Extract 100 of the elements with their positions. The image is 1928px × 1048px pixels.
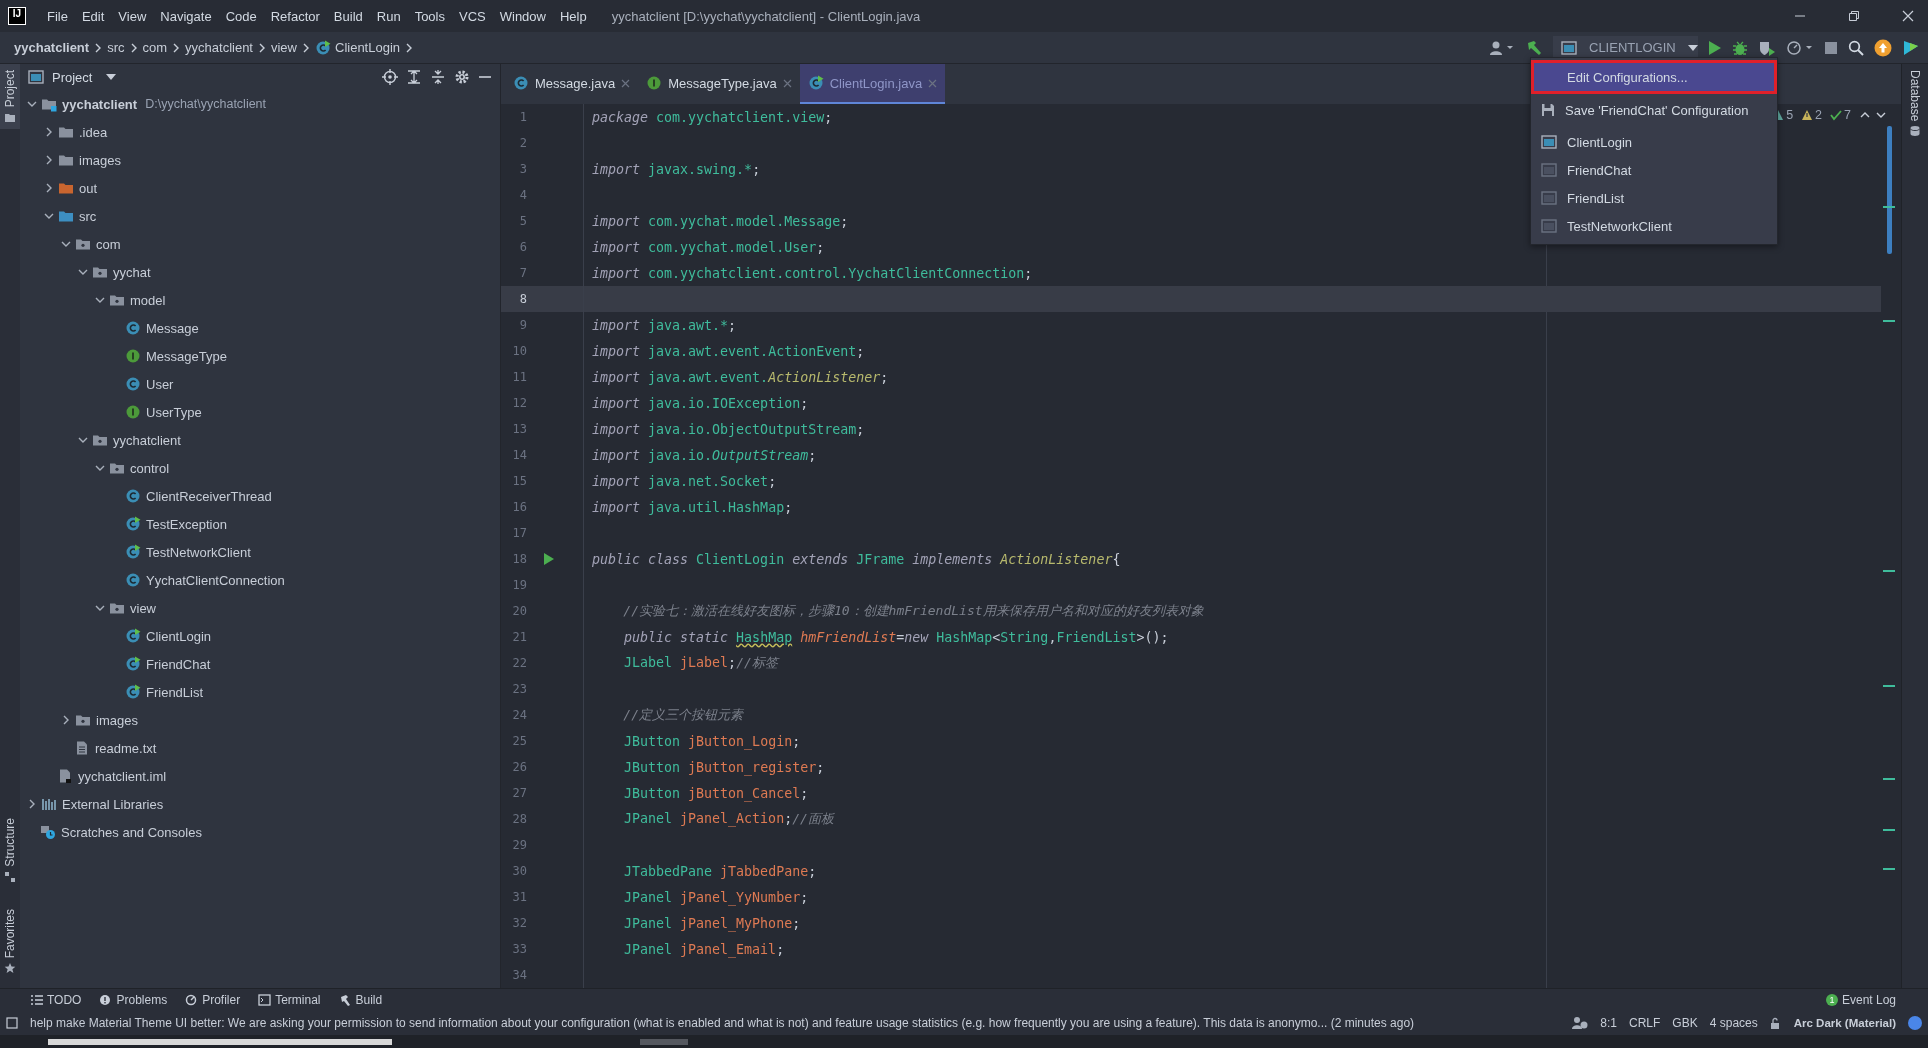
run-configuration-dropdown[interactable]: CLIENTLOGIN [1553,35,1698,60]
menu-item[interactable]: FriendChat [1531,156,1777,184]
class-icon [125,572,141,588]
tree-item[interactable]: User [20,370,500,398]
panel-title[interactable]: Project [52,69,93,85]
tree-item[interactable]: TestException [20,510,500,538]
menu-item[interactable]: TestNetworkClient [1531,212,1777,240]
runnable-class-icon [125,684,141,700]
side-tab[interactable]: Database [1902,64,1928,144]
shield-run-icon[interactable] [1758,39,1776,56]
tree-item[interactable]: UserType [20,398,500,426]
side-tab[interactable]: Favorites [0,902,20,980]
line-separator[interactable]: CRLF [1629,1016,1661,1030]
tree-item[interactable]: .idea [20,118,500,146]
menu-item[interactable]: ClientLogin [1531,128,1777,156]
collapse-all-icon[interactable] [430,69,446,85]
tree-item[interactable]: src [20,202,500,230]
breadcrumb[interactable]: view [271,40,311,55]
event-log-button[interactable]: 1 Event Log [1825,993,1896,1007]
menu-item[interactable]: Refactor [263,6,327,26]
tree-item[interactable]: control [20,454,500,482]
update-icon[interactable] [1874,38,1892,57]
inspection-counter[interactable]: 2 [1801,108,1823,122]
gauge-icon[interactable] [1786,39,1814,56]
menu-item[interactable]: View [111,6,154,26]
run-icon[interactable] [1708,39,1722,56]
stop-icon[interactable] [1824,40,1838,55]
tree-item[interactable]: MessageType [20,342,500,370]
indent-setting[interactable]: 4 spaces [1709,1016,1758,1030]
tree-item[interactable]: images [20,706,500,734]
tree-item[interactable]: Scratches and Consoles [20,818,500,846]
tree-item[interactable]: out [20,174,500,202]
editor-tab[interactable]: Message.java [505,64,639,104]
menu-item[interactable]: Help [552,6,594,26]
locate-icon[interactable] [382,69,398,85]
tool-window-button[interactable]: Build [338,993,383,1007]
line-number: 18 [511,552,527,566]
side-tab[interactable]: Project [0,64,20,130]
tool-window-button[interactable]: Profiler [185,993,241,1007]
caret-icon[interactable] [106,73,117,81]
tree-item[interactable]: ClientReceiverThread [20,482,500,510]
warning-icon [1801,109,1814,121]
settings-icon[interactable] [454,69,470,85]
breadcrumb[interactable]: yychatclient [185,40,267,55]
expand-all-icon[interactable] [406,69,422,85]
tree-item[interactable]: ClientLogin [20,622,500,650]
run-icon[interactable] [543,552,555,566]
notification-badge: 1 [1825,994,1838,1006]
tree-item[interactable]: YychatClientConnection [20,566,500,594]
tree-item[interactable]: Message [20,314,500,342]
bug-icon[interactable] [1732,39,1748,56]
scrollbar-thumb[interactable] [48,1039,392,1045]
inspection-counter[interactable]: 7 [1830,108,1851,122]
file-encoding[interactable]: GBK [1672,1016,1698,1030]
tree-item[interactable]: FriendChat [20,650,500,678]
tree-item[interactable]: view [20,594,500,622]
tree-item[interactable]: External Libraries [20,790,500,818]
lock-icon[interactable] [1769,1017,1782,1029]
line-number: 7 [518,266,527,280]
tool-window-button[interactable]: TODO [30,993,82,1007]
tree-item[interactable]: yychatclient [20,426,500,454]
tree-item[interactable]: yychat [20,258,500,286]
menu-item[interactable]: Run [369,6,408,26]
breadcrumb[interactable]: src [107,40,139,55]
menu-item[interactable]: File [40,6,75,26]
menu-item[interactable]: VCS [452,6,493,26]
editor-tab[interactable]: MessageType.java [638,64,800,104]
tool-window-button[interactable]: Problems [99,993,168,1007]
menu-item[interactable]: Code [218,6,264,26]
theme-name[interactable]: Arc Dark (Material) [1793,1017,1896,1029]
code-line: import java.io.IOException; [592,395,809,411]
menu-item[interactable]: Build [326,6,370,26]
tree-item[interactable]: com [20,230,500,258]
toolbox-icon[interactable] [1902,38,1920,57]
caret-position[interactable]: 8:1 [1600,1016,1617,1030]
user-icon[interactable] [1489,39,1515,56]
menu-item[interactable]: Navigate [153,6,219,26]
tree-item[interactable]: TestNetworkClient [20,538,500,566]
restore-icon[interactable] [1848,10,1860,22]
tool-window-button[interactable]: Terminal [258,993,321,1007]
line-number: 32 [511,916,527,930]
menu-item[interactable]: Edit Configurations... [1531,60,1777,94]
tree-item[interactable]: images [20,146,500,174]
side-tab[interactable]: Structure [0,811,20,889]
tree-item[interactable]: yychatclient.iml [20,762,500,790]
menu-item[interactable]: Tools [407,6,452,26]
menu-item[interactable]: Window [492,6,553,26]
tree-item[interactable]: yychatclient D:\yychat\yychatclient [20,90,500,118]
menu-item[interactable]: Save 'FriendChat' Configuration [1531,96,1777,124]
breadcrumb[interactable]: com [142,40,182,55]
tree-item[interactable]: model [20,286,500,314]
tree-item[interactable]: FriendList [20,678,500,706]
menu-item[interactable]: FriendList [1531,184,1777,212]
tree-item[interactable]: readme.txt [20,734,500,762]
breadcrumb[interactable]: yychatclient [14,40,104,55]
search-icon[interactable] [1848,39,1864,56]
scrollbar-thumb[interactable] [640,1039,688,1045]
menu-item[interactable]: Edit [74,6,112,26]
window-icon [6,1017,18,1029]
breadcrumb[interactable]: ClientLogin [315,39,415,56]
